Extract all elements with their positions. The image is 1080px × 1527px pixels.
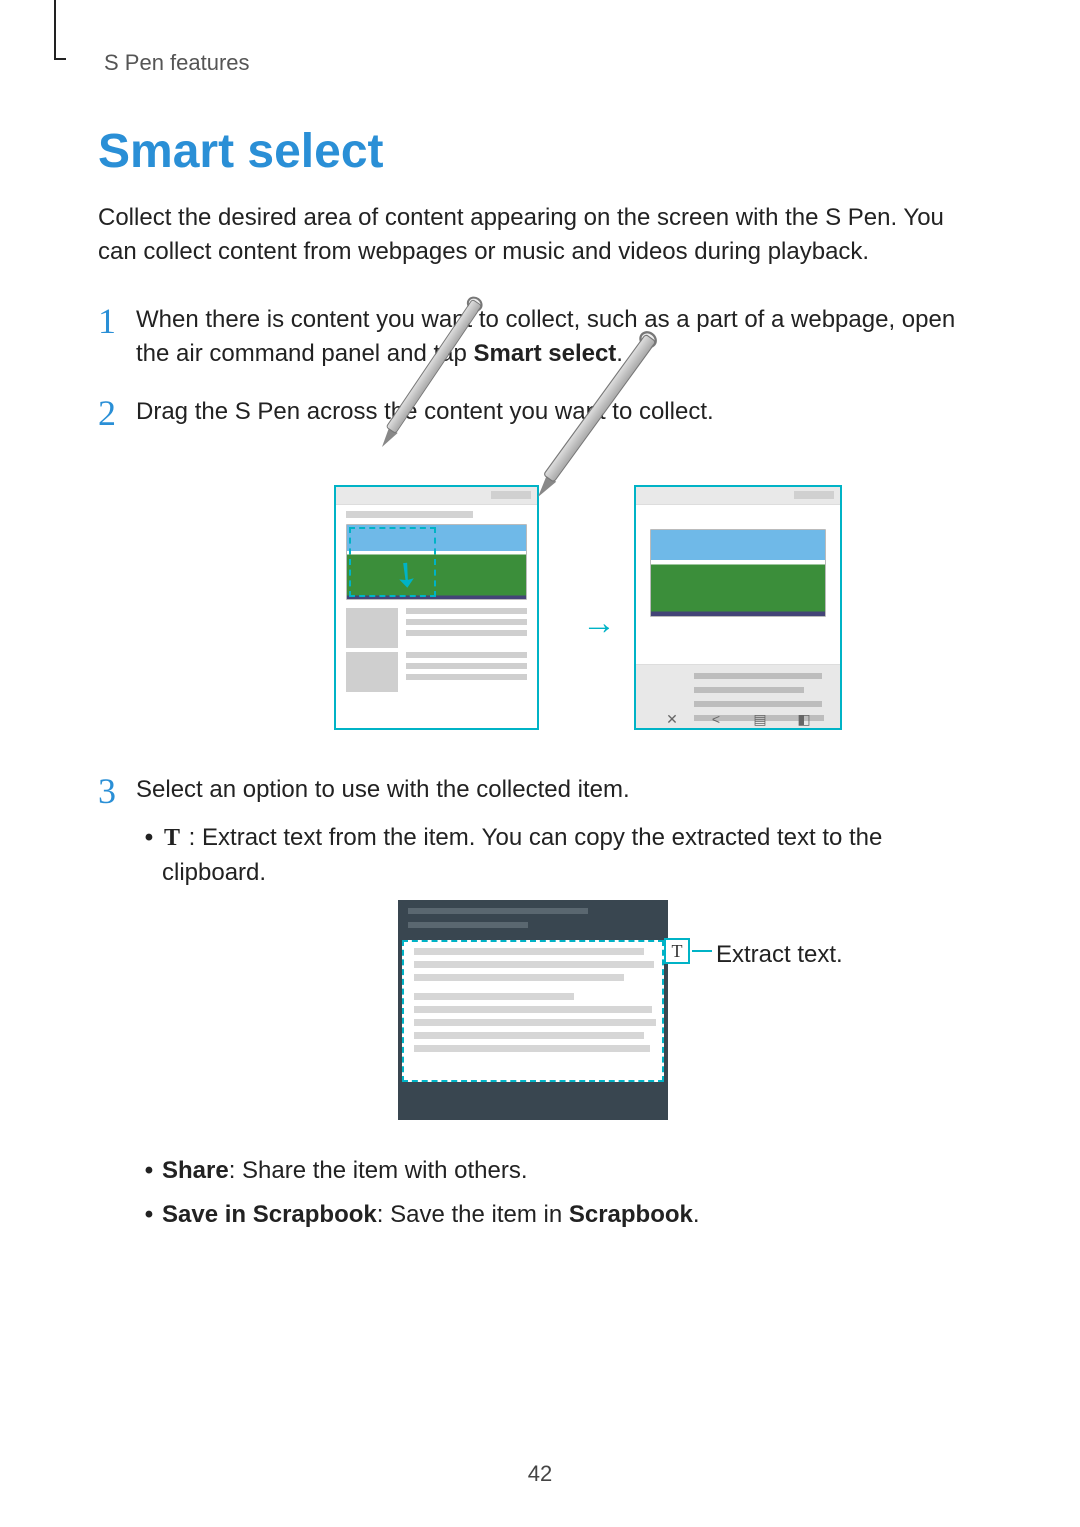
breadcrumb: S Pen features [104,50,982,76]
figure-extract-text: T Extract text. [136,900,982,1130]
step-1: 1 When there is content you want to coll… [98,303,982,371]
save-icon: ▤ [751,710,769,724]
more-icon: ◧ [795,710,813,724]
extract-text-screenshot [398,900,668,1120]
steps-list: 1 When there is content you want to coll… [98,303,982,1242]
bullet-dot-icon: • [136,821,162,889]
step-3: 3 Select an option to use with the colle… [98,773,982,1241]
save-scrapbook-label: Save in Scrapbook [162,1201,377,1228]
bullet-save-scrapbook: • Save in Scrapbook: Save the item in Sc… [136,1198,982,1232]
intro-paragraph: Collect the desired area of content appe… [98,201,982,269]
step-number: 3 [98,773,136,1241]
right-arrow-icon: → [582,599,616,647]
header-tick [54,58,66,60]
selection-rectangle [402,940,664,1082]
phone-content: ➘ [336,505,537,702]
step-2-body: Drag the S Pen across the content you wa… [136,395,982,749]
close-icon: ✕ [663,710,681,724]
step-3-body: Select an option to use with the collect… [136,773,982,1241]
bullet-extract-text-body: : Extract text from the item. You can co… [162,824,882,885]
phone-bottombar: ✕ < ▤ ◧ [636,664,840,728]
phone-titlebar [336,487,537,505]
step-3-sublist: • T : Extract text from the item. You ca… [136,821,982,889]
phone-content [636,505,840,617]
thumbnail [346,608,398,648]
manual-page: S Pen features Smart select Collect the … [0,0,1080,1527]
step-2-text: Drag the S Pen across the content you wa… [136,398,714,425]
text-T-icon: T [162,821,182,855]
scrapbook-app-name: Scrapbook [569,1201,693,1228]
share-icon: < [707,710,725,724]
figure-drag-spen: ➘ [136,431,982,731]
phone-frame-result: ✕ < ▤ ◧ [634,485,842,730]
save-scrapbook-text-a: : Save the item in [377,1201,569,1228]
step-number: 2 [98,395,136,749]
phone-frame-source: ➘ [334,485,539,730]
step-1-body: When there is content you want to collec… [136,303,982,371]
bullet-dot-icon: • [136,1198,162,1232]
step-3-text: Select an option to use with the collect… [136,776,630,803]
step-2: 2 Drag the S Pen across the content you … [98,395,982,749]
save-scrapbook-text-b: . [693,1201,700,1228]
header-rule [54,0,56,60]
extract-text-caption: Extract text. [716,938,843,972]
step-1-bold: Smart select [474,340,617,367]
page-title: Smart select [98,124,982,179]
step-3-sublist-2: • Share: Share the item with others. • S… [136,1154,982,1232]
share-label: Share [162,1157,229,1184]
bullet-dot-icon: • [136,1154,162,1188]
landscape-image [650,529,826,617]
callout-line [692,950,712,952]
landscape-image: ➘ [346,524,527,600]
bullet-extract-text: • T : Extract text from the item. You ca… [136,821,982,889]
share-text: : Share the item with others. [229,1157,528,1184]
extract-text-T-icon: T [664,938,690,964]
step-number: 1 [98,303,136,371]
thumbnail [346,652,398,692]
page-number: 42 [0,1461,1080,1487]
bullet-share: • Share: Share the item with others. [136,1154,982,1188]
step-1-text-b: . [616,340,623,367]
phone-titlebar [636,487,840,505]
